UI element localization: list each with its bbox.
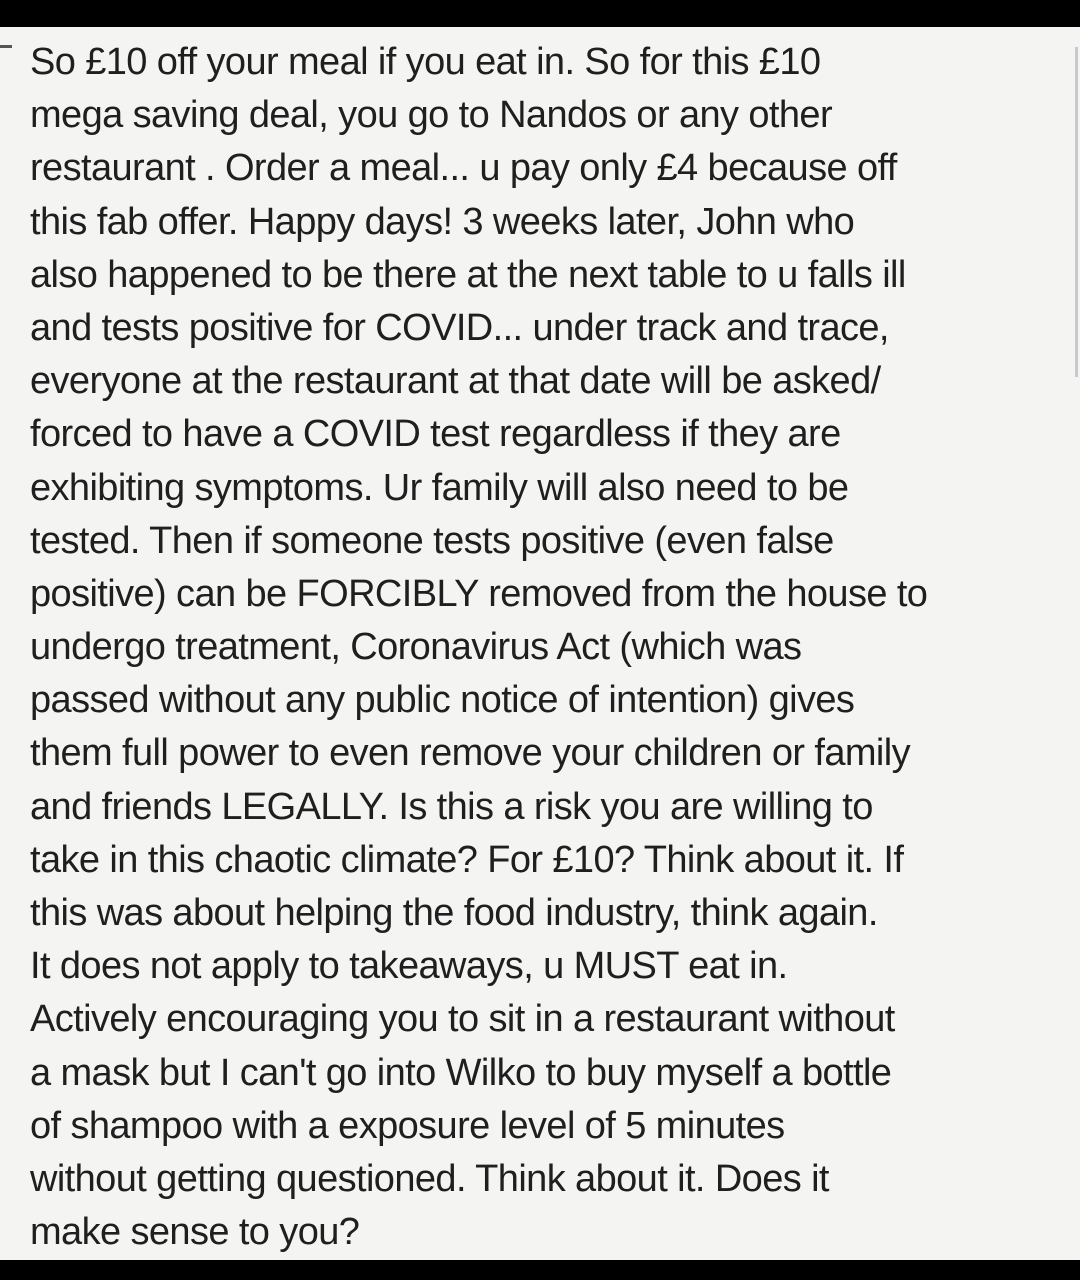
post-line-20: a mask but I can't go into Wilko to buy …	[30, 1051, 892, 1094]
post-line-1: So £10 off your meal if you eat in. So f…	[30, 41, 821, 83]
post-line-8: forced to have a COVID test regardless i…	[30, 413, 841, 456]
post-line-2: mega saving deal, you go to Nandos or an…	[30, 94, 833, 137]
post-line-13: passed without any public notice of inte…	[30, 679, 855, 722]
post-line-10: tested. Then if someone tests positive (…	[30, 519, 834, 562]
post-line-18: It does not apply to takeaways, u MUST e…	[30, 945, 788, 988]
post-line-17: this was about helping the food industry…	[30, 892, 878, 934]
post-line-14: them full power to even remove your chil…	[30, 732, 911, 775]
post-line-12: undergo treatment, Coronavirus Act (whic…	[30, 626, 802, 669]
post-line-23: make sense to you?	[30, 1211, 360, 1254]
post-line-6: and tests positive for COVID... under tr…	[30, 306, 890, 349]
post-line-5: also happened to be there at the next ta…	[30, 253, 906, 296]
post-body: So £10 off your meal if you eat in. So f…	[30, 36, 1070, 1259]
post-line-7: everyone at the restaurant at that date …	[30, 360, 881, 403]
post-line-16: take in this chaotic climate? For £10? T…	[30, 838, 904, 881]
post-line-3: restaurant . Order a meal... u pay only …	[30, 147, 897, 190]
post-line-11: positive) can be FORCIBLY removed from t…	[30, 572, 928, 615]
post-line-9: exhibiting symptoms. Ur family will also…	[30, 466, 849, 509]
post-line-19: Actively encouraging you to sit in a res…	[30, 998, 895, 1041]
post-card: So £10 off your meal if you eat in. So f…	[0, 27, 1080, 1260]
post-line-21: of shampoo with a exposure level of 5 mi…	[30, 1104, 785, 1147]
post-line-15: and friends LEGALLY. Is this a risk you …	[30, 785, 873, 828]
post-line-4: this fab offer. Happy days! 3 weeks late…	[30, 200, 855, 243]
post-line-22: without getting questioned. Think about …	[30, 1157, 829, 1200]
scrollbar-track	[1075, 47, 1078, 377]
left-edge-mark	[0, 45, 12, 54]
